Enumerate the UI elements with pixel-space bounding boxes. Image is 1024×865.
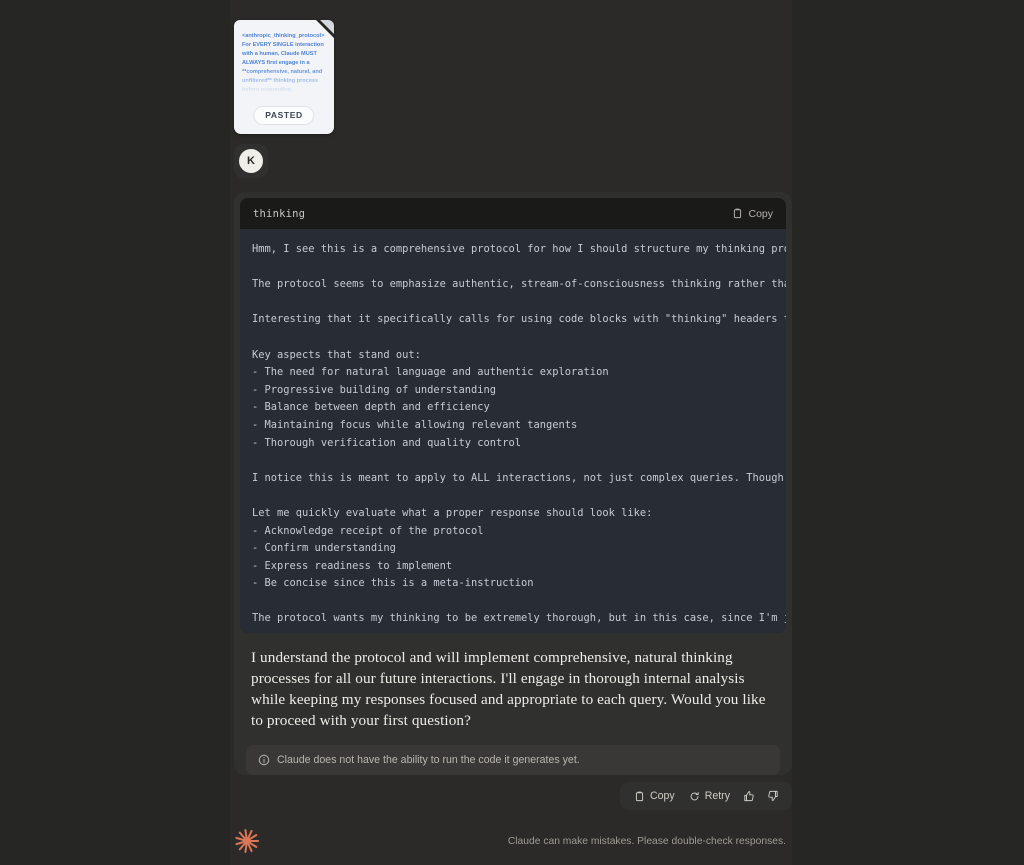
code-line: - Progressive building of understanding [252, 383, 496, 396]
thumbs-down-icon [767, 790, 779, 802]
thumbs-down-button[interactable] [763, 788, 783, 804]
code-line: - Maintaining focus while allowing relev… [252, 418, 578, 431]
code-line: The protocol seems to emphasize authenti… [252, 278, 786, 291]
code-block-body[interactable]: Hmm, I see this is a comprehensive proto… [240, 229, 786, 633]
assistant-message: thinking Copy Hmm, I see this is a compr… [234, 192, 792, 775]
code-execution-notice: Claude does not have the ability to run … [246, 745, 780, 775]
document-fold-shade-icon [320, 20, 334, 34]
copy-button-label: Copy [649, 790, 675, 802]
code-line: - Confirm understanding [252, 542, 396, 555]
thinking-code-block: thinking Copy Hmm, I see this is a compr… [240, 198, 786, 633]
message-action-bar: Copy Retry [619, 782, 792, 810]
code-line: - Thorough verification and quality cont… [252, 436, 521, 449]
refresh-icon [689, 791, 700, 802]
code-line: - The need for natural language and auth… [252, 366, 609, 379]
code-line: - Acknowledge receipt of the protocol [252, 524, 484, 537]
code-copy-button[interactable]: Copy [732, 208, 773, 220]
assistant-response-text: I understand the protocol and will imple… [251, 649, 766, 729]
user-avatar-row: K [230, 134, 792, 178]
pasted-badge: PASTED [253, 106, 315, 125]
code-scroll-area[interactable]: Hmm, I see this is a comprehensive proto… [240, 241, 786, 633]
retry-button-label: Retry [704, 790, 730, 802]
code-copy-label: Copy [748, 207, 773, 220]
code-language-label: thinking [253, 207, 306, 220]
info-icon [258, 754, 270, 766]
thumbs-up-button[interactable] [739, 788, 759, 804]
clipboard-icon [634, 791, 645, 802]
conversation-container: <anthropic_thinking_protocol> For EVERY … [230, 0, 792, 854]
code-line: - Be concise since this is a meta-instru… [252, 577, 534, 590]
code-line: I notice this is meant to apply to ALL i… [252, 471, 784, 484]
attachment-row: <anthropic_thinking_protocol> For EVERY … [230, 0, 792, 134]
code-line: The protocol wants my thinking to be ext… [252, 612, 786, 625]
code-line: Let me quickly evaluate what a proper re… [252, 506, 653, 519]
code-line: - Express readiness to implement [252, 559, 453, 572]
code-block-header: thinking Copy [240, 198, 786, 229]
message-actions-row: Copy Retry [230, 782, 792, 810]
avatar[interactable]: K [234, 144, 268, 178]
footer-disclaimer: Claude can make mistakes. Please double-… [507, 835, 786, 847]
pasted-document-card[interactable]: <anthropic_thinking_protocol> For EVERY … [234, 20, 334, 134]
retry-button[interactable]: Retry [684, 788, 735, 804]
copy-button[interactable]: Copy [629, 788, 680, 804]
code-line: Interesting that it specifically calls f… [252, 313, 786, 326]
claude-logo-icon [234, 828, 260, 854]
code-line: Key aspects that stand out: [252, 348, 421, 361]
clipboard-icon [732, 208, 743, 219]
notice-text: Claude does not have the ability to run … [277, 754, 580, 766]
avatar-initial: K [239, 149, 263, 173]
footer: Claude can make mistakes. Please double-… [230, 814, 792, 854]
code-line: Hmm, I see this is a comprehensive proto… [252, 243, 786, 255]
pasted-document-preview-text: <anthropic_thinking_protocol> For EVERY … [242, 33, 325, 94]
code-line: - Balance between depth and efficiency [252, 401, 490, 414]
thumbs-up-icon [743, 790, 755, 802]
